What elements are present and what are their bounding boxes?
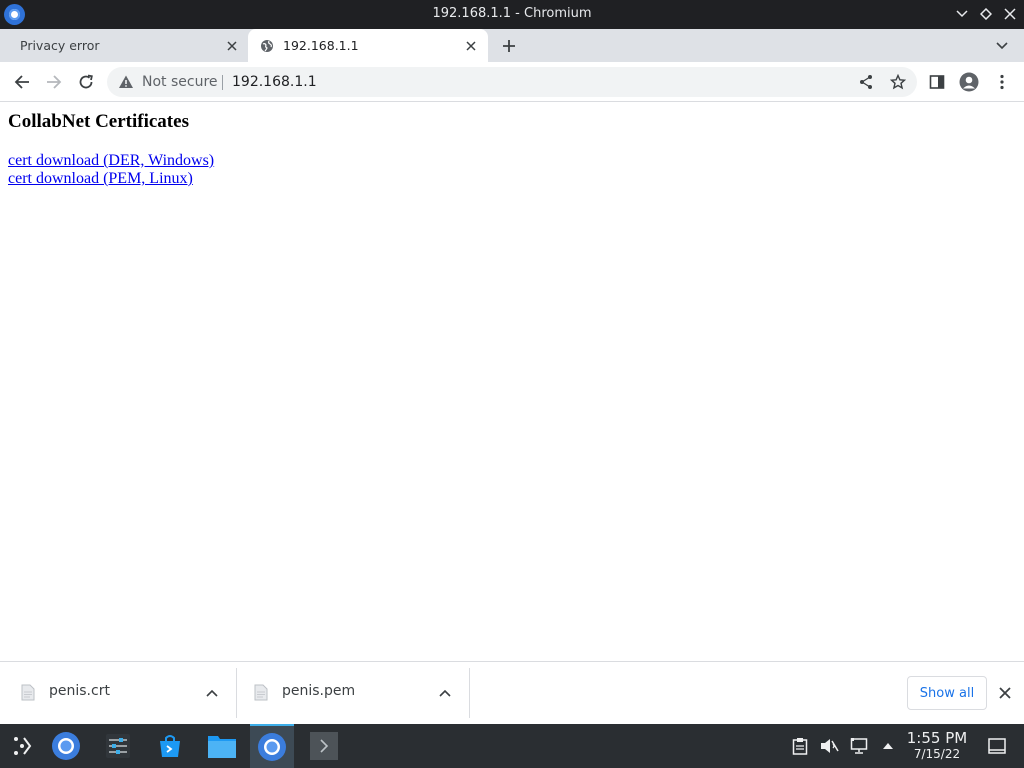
close-icon (466, 41, 476, 51)
forward-button[interactable] (42, 70, 66, 94)
store-bag-icon (160, 735, 180, 757)
tab-close-button[interactable] (463, 38, 479, 54)
chevron-down-icon (956, 10, 968, 18)
close-icon (227, 41, 237, 51)
maximize-button[interactable] (976, 4, 996, 24)
chevron-down-icon (996, 42, 1008, 50)
omnibox-separator (222, 75, 223, 90)
file-icon (254, 684, 268, 701)
download-shelf: penis.crt penis.pem Show all (0, 661, 1024, 724)
chevron-up-icon (439, 689, 451, 697)
clipboard-tray-button[interactable] (790, 736, 810, 756)
diamond-icon (980, 8, 992, 20)
reload-icon (79, 74, 93, 89)
cert-download-pem-link[interactable]: cert download (PEM, Linux) (8, 170, 214, 188)
tab-label: 192.168.1.1 (283, 38, 359, 53)
page-content: CollabNet Certificates cert download (DE… (0, 103, 1024, 661)
close-window-button[interactable] (1000, 4, 1020, 24)
download-filename: penis.crt (49, 683, 110, 699)
taskbar-clock[interactable]: 1:55 PM 7/15/22 (899, 729, 975, 762)
volume-tray-button[interactable] (819, 736, 839, 756)
reload-button[interactable] (74, 70, 98, 94)
arrow-right-icon (47, 75, 62, 89)
share-button[interactable] (856, 72, 876, 92)
close-icon (1004, 8, 1016, 20)
minimize-button[interactable] (952, 4, 972, 24)
close-shelf-button[interactable] (996, 684, 1014, 702)
download-divider (469, 668, 470, 718)
tab-privacy-error[interactable]: Privacy error (0, 29, 248, 62)
plus-icon (503, 40, 515, 52)
tab-label: Privacy error (20, 38, 100, 53)
cert-links: cert download (DER, Windows) cert downlo… (8, 152, 214, 188)
page-heading: CollabNet Certificates (8, 111, 189, 132)
tab-search-button[interactable] (993, 37, 1011, 55)
taskbar: 1:55 PM 7/15/22 (0, 724, 1024, 768)
download-item[interactable]: penis.crt (0, 662, 236, 724)
taskbar-chromium-window[interactable] (250, 724, 294, 768)
taskbar-file-manager[interactable] (200, 724, 244, 768)
show-hidden-icons-button[interactable] (878, 736, 898, 756)
window-title: 192.168.1.1 - Chromium (432, 6, 592, 21)
launcher-icon (14, 737, 32, 755)
close-icon (999, 687, 1011, 699)
back-button[interactable] (10, 70, 34, 94)
avatar-icon (959, 72, 979, 92)
network-tray-button[interactable] (849, 736, 869, 756)
cert-download-der-link[interactable]: cert download (DER, Windows) (8, 152, 214, 170)
share-icon (860, 75, 872, 89)
window-titlebar: 192.168.1.1 - Chromium (0, 0, 1024, 29)
address-bar[interactable]: Not secure 192.168.1.1 (107, 67, 917, 97)
arrow-left-icon (14, 75, 29, 89)
bookmark-button[interactable] (888, 72, 908, 92)
url-text[interactable]: 192.168.1.1 (232, 74, 317, 90)
triangle-up-icon (883, 743, 893, 749)
clock-date: 7/15/22 (913, 747, 961, 761)
browser-toolbar: Not secure 192.168.1.1 (0, 62, 1024, 102)
not-secure-label[interactable]: Not secure (142, 74, 218, 90)
show-all-downloads-button[interactable]: Show all (907, 676, 987, 710)
show-desktop-icon[interactable] (988, 738, 1006, 754)
settings-sliders-icon (106, 734, 130, 758)
download-filename: penis.pem (282, 683, 356, 699)
chromium-icon (258, 733, 286, 761)
side-panel-icon (929, 75, 945, 89)
new-tab-button[interactable] (499, 37, 519, 55)
taskbar-terminal[interactable] (302, 724, 346, 768)
taskbar-chromium-pinned[interactable] (44, 724, 88, 768)
clock-time: 1:55 PM (906, 729, 968, 747)
download-options-button[interactable] (437, 685, 453, 701)
globe-icon (261, 40, 273, 52)
clipboard-icon (792, 738, 808, 755)
chevron-up-icon (206, 689, 218, 697)
menu-button[interactable] (990, 70, 1014, 94)
download-item[interactable]: penis.pem (233, 662, 469, 724)
tab-192-168-1-1[interactable]: 192.168.1.1 (248, 29, 488, 62)
taskbar-system-settings[interactable] (96, 724, 140, 768)
warning-icon[interactable] (118, 74, 134, 90)
tab-close-button[interactable] (224, 38, 240, 54)
volume-muted-icon (821, 739, 839, 753)
profile-button[interactable] (957, 70, 981, 94)
side-panel-button[interactable] (925, 70, 949, 94)
folder-icon (208, 736, 236, 758)
file-icon (21, 684, 35, 701)
taskbar-discover[interactable] (148, 724, 192, 768)
chromium-icon (52, 732, 80, 760)
app-launcher-button[interactable] (0, 724, 44, 768)
download-options-button[interactable] (204, 685, 220, 701)
terminal-icon (310, 732, 338, 760)
kebab-menu-icon (1000, 74, 1004, 90)
star-icon (890, 74, 906, 90)
network-icon (850, 738, 868, 754)
